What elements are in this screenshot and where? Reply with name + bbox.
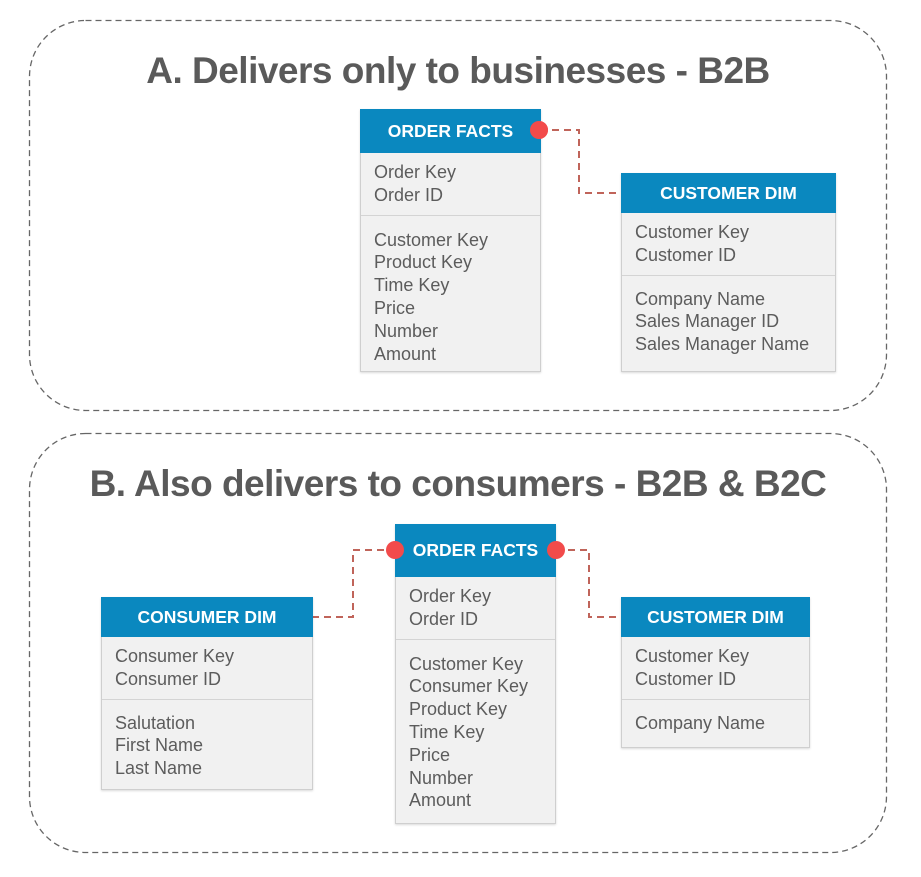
field: Price [374,297,416,318]
field: Company Name [635,712,766,733]
key-fields: Customer Key Customer ID [622,637,809,699]
entity-order-facts-a[interactable]: ORDER FACTS Order Key Order ID Customer … [360,109,541,372]
field: Time Key [374,275,450,296]
entity-header: ORDER FACTS [395,524,556,577]
field: Order Key [374,162,457,182]
key-fields: Order Key Order ID [396,577,555,639]
field: Amount [374,343,437,364]
field: Consumer Key [115,646,235,666]
field: Order Key [409,586,492,606]
field: Last Name [115,758,203,779]
entity-customer-dim-b[interactable]: CUSTOMER DIM Customer Key Customer ID Co… [621,597,810,748]
entity-header: ORDER FACTS [360,109,541,153]
field: Product Key [374,252,473,273]
field: Amount [409,790,472,811]
other-fields: Customer Key Consumer Key Product Key Ti… [396,638,555,821]
key-fields: Order Key Order ID [361,153,540,215]
field: Customer Key [635,646,750,666]
field: Customer Key [635,222,750,242]
field: Product Key [409,699,508,720]
field: Company Name [635,288,766,309]
field: Consumer ID [115,668,222,689]
other-fields: Company Name Sales Manager ID Sales Mana… [622,274,835,364]
field: Customer ID [635,244,737,265]
field: Customer ID [635,668,737,689]
key-fields: Customer Key Customer ID [622,213,835,275]
entity-header: CUSTOMER DIM [621,173,836,213]
field: First Name [115,735,204,756]
field: Salutation [115,712,196,733]
other-fields: Customer Key Product Key Time Key Price … [361,214,540,374]
other-fields: Salutation First Name Last Name [102,698,312,788]
field: Order ID [374,184,444,205]
field: Consumer Key [409,676,529,697]
field: Price [409,744,451,765]
other-fields: Company Name [622,698,809,743]
field: Customer Key [409,653,524,674]
field: Sales Manager Name [635,334,810,355]
entity-consumer-dim-b[interactable]: CONSUMER DIM Consumer Key Consumer ID Sa… [101,597,313,790]
entity-header: CONSUMER DIM [101,597,313,637]
entity-header: CUSTOMER DIM [621,597,810,637]
entity-customer-dim-a[interactable]: CUSTOMER DIM Customer Key Customer ID Co… [621,173,836,372]
field: Sales Manager ID [635,311,780,332]
field: Customer Key [374,229,489,250]
panel-b-title: B. Also delivers to consumers - B2B & B2… [89,463,827,504]
field: Number [409,767,474,788]
key-fields: Consumer Key Consumer ID [102,637,312,699]
panel-a-title: A. Delivers only to businesses - B2B [146,50,770,91]
entity-order-facts-b[interactable]: ORDER FACTS Order Key Order ID Customer … [395,524,556,824]
field: Order ID [409,608,479,629]
field: Time Key [409,721,485,742]
field: Number [374,320,439,341]
